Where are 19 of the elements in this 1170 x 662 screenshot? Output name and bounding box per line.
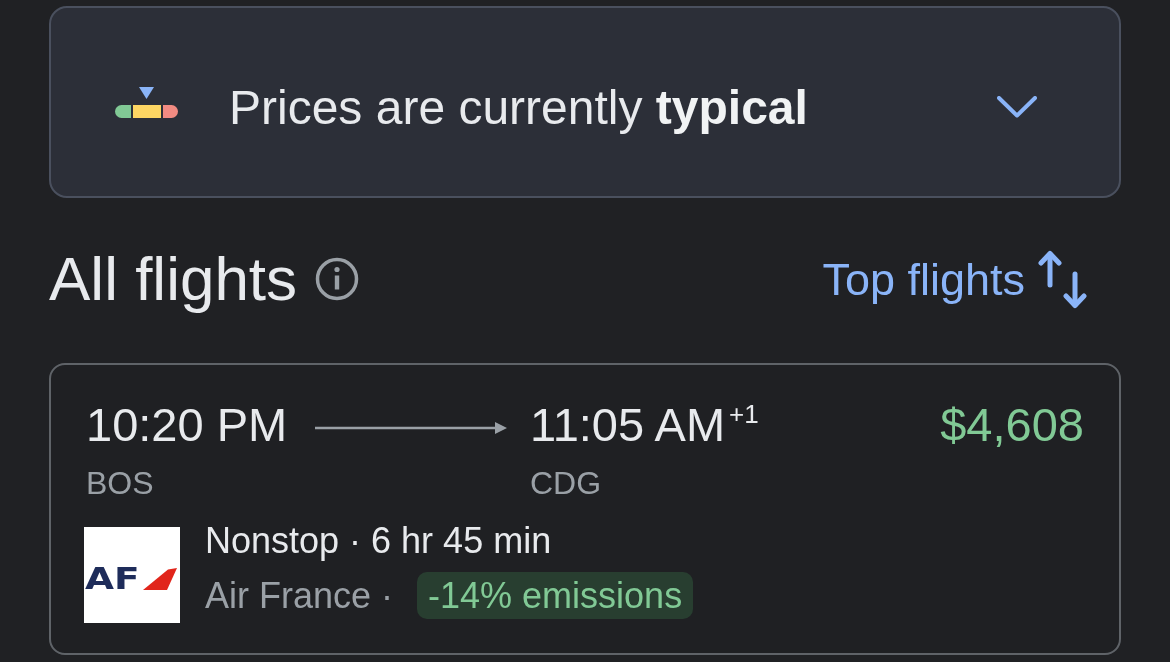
info-icon[interactable] (315, 257, 360, 301)
departure-time: 10:20 PM (86, 401, 288, 448)
flight-summary: Nonstop · 6 hr 45 min (205, 523, 552, 559)
chevron-icon[interactable] (997, 96, 1037, 118)
sort-button[interactable]: Top flights (822, 249, 1087, 309)
flight-card[interactable]: 10:20 PM 11:05 AM$^{+1}$ $4,608 BOS CDG AF Nonstop · 6 hr 45 min Air France · -14% emissions (49, 363, 1121, 655)
origin-airport: BOS (86, 467, 154, 499)
airline-name: Air France · (205, 577, 394, 614)
price-insight-panel[interactable]: Prices are currently typical (49, 6, 1121, 198)
emissions-badge: -14% emissions (417, 572, 694, 619)
price-level-icon (115, 86, 178, 118)
logo-text: AF (85, 564, 140, 594)
price: $4,608 (940, 401, 1084, 448)
arrival-time: 11:05 AM$^{+1}$ (530, 401, 759, 448)
destination-airport: CDG (530, 467, 602, 499)
arrow-icon (315, 422, 507, 434)
sort-icon (1038, 249, 1087, 309)
price-insight-text: Prices are currently typical (229, 83, 808, 132)
stripe-icon (142, 568, 177, 590)
